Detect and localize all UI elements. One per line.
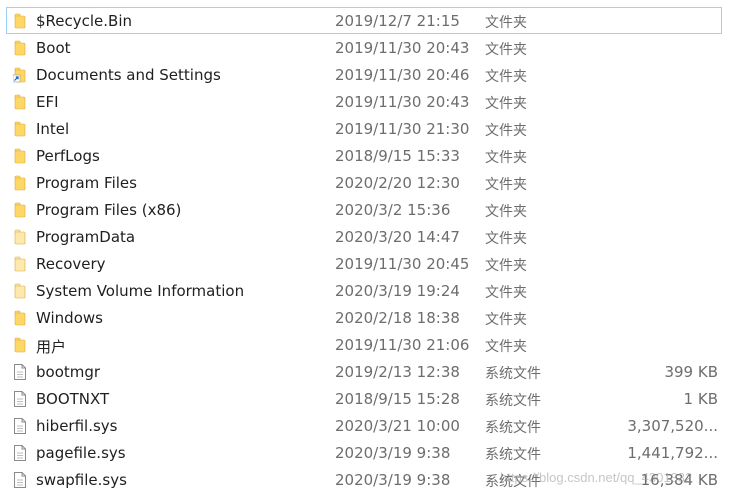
file-date: 2019/11/30 20:43	[335, 39, 470, 57]
file-row[interactable]: hiberfil.sys 2020/3/21 10:00 系统文件 3,307,520…	[6, 412, 722, 439]
folder-hidden-icon	[13, 229, 27, 245]
file-type: 文件夹	[485, 312, 527, 328]
folder-shortcut-icon	[12, 67, 27, 83]
file-size: 399 KB	[664, 363, 718, 381]
file-type: 文件夹	[485, 285, 527, 301]
file-date: 2019/11/30 20:45	[335, 255, 470, 273]
folder-icon	[13, 13, 27, 29]
file-icon	[13, 472, 27, 488]
file-name: System Volume Information	[36, 282, 245, 300]
file-type: 文件夹	[485, 150, 527, 166]
watermark: https://blog.csdn.net/qq_4301332	[500, 470, 693, 485]
file-icon	[13, 391, 27, 407]
file-row[interactable]: pagefile.sys 2020/3/19 9:38 系统文件 1,441,792.…	[6, 439, 722, 466]
folder-icon	[13, 121, 27, 137]
file-type: 系统文件	[485, 393, 541, 409]
file-name: swapfile.sys	[36, 471, 127, 489]
file-row[interactable]: bootmgr 2019/2/13 12:38 系统文件 399 KB	[6, 358, 722, 385]
folder-hidden-icon	[13, 256, 27, 272]
file-type: 系统文件	[485, 447, 541, 463]
file-type: 文件夹	[485, 339, 527, 355]
file-name: $Recycle.Bin	[36, 12, 133, 30]
folder-icon	[13, 202, 27, 218]
file-name: Boot	[36, 39, 71, 57]
file-name: Program Files (x86)	[36, 201, 182, 219]
folder-icon	[13, 94, 27, 110]
file-name: Program Files	[36, 174, 137, 192]
file-name: PerfLogs	[36, 147, 100, 165]
file-date: 2020/3/20 14:47	[335, 228, 460, 246]
file-row[interactable]: Intel 2019/11/30 21:30 文件夹	[6, 115, 722, 142]
file-date: 2018/9/15 15:33	[335, 147, 460, 165]
file-date: 2020/3/19 19:24	[335, 282, 460, 300]
file-icon	[13, 418, 27, 434]
file-date: 2019/11/30 20:46	[335, 66, 470, 84]
file-type: 文件夹	[485, 231, 527, 247]
file-date: 2019/11/30 21:30	[335, 120, 470, 138]
file-size: 1 KB	[683, 390, 718, 408]
file-name: Intel	[36, 120, 70, 138]
file-type: 系统文件	[485, 420, 541, 436]
file-name: Windows	[36, 309, 103, 327]
file-date: 2020/3/19 9:38	[335, 444, 451, 462]
file-type: 文件夹	[485, 177, 527, 193]
file-name: Documents and Settings	[36, 66, 221, 84]
file-type: 系统文件	[485, 366, 541, 382]
file-row[interactable]: Windows 2020/2/18 18:38 文件夹	[6, 304, 722, 331]
file-row[interactable]: ProgramData 2020/3/20 14:47 文件夹	[6, 223, 722, 250]
file-name: Recovery	[36, 255, 106, 273]
file-row[interactable]: Recovery 2019/11/30 20:45 文件夹	[6, 250, 722, 277]
file-row[interactable]: Program Files (x86) 2020/3/2 15:36 文件夹	[6, 196, 722, 223]
file-date: 2020/3/21 10:00	[335, 417, 460, 435]
file-date: 2020/2/18 18:38	[335, 309, 460, 327]
file-type: 文件夹	[485, 42, 527, 58]
file-type: 文件夹	[485, 204, 527, 220]
file-type: 文件夹	[485, 96, 527, 112]
folder-icon	[13, 148, 27, 164]
file-date: 2019/12/7 21:15	[335, 12, 460, 30]
file-date: 2019/11/30 21:06	[335, 336, 470, 354]
file-row[interactable]: PerfLogs 2018/9/15 15:33 文件夹	[6, 142, 722, 169]
file-row[interactable]: $Recycle.Bin 2019/12/7 21:15 文件夹	[6, 7, 722, 34]
file-row[interactable]: 用户 2019/11/30 21:06 文件夹	[6, 331, 722, 358]
file-date: 2020/3/19 9:38	[335, 471, 451, 489]
file-date: 2018/9/15 15:28	[335, 390, 460, 408]
file-type: 文件夹	[485, 258, 527, 274]
file-type: 文件夹	[485, 123, 527, 139]
file-type: 文件夹	[485, 69, 527, 85]
file-size: 3,307,520...	[627, 417, 718, 435]
folder-icon	[13, 175, 27, 191]
file-type: 文件夹	[485, 15, 527, 31]
folder-hidden-icon	[13, 283, 27, 299]
file-name: EFI	[36, 93, 59, 111]
file-name: ProgramData	[36, 228, 136, 246]
file-row[interactable]: Boot 2019/11/30 20:43 文件夹	[6, 34, 722, 61]
file-date: 2020/2/20 12:30	[335, 174, 460, 192]
file-icon	[13, 445, 27, 461]
file-row[interactable]: Documents and Settings 2019/11/30 20:46 文件…	[6, 61, 722, 88]
folder-icon	[13, 310, 27, 326]
file-row[interactable]: System Volume Information 2020/3/19 19:24…	[6, 277, 722, 304]
file-date: 2020/3/2 15:36	[335, 201, 451, 219]
file-date: 2019/2/13 12:38	[335, 363, 460, 381]
file-name: hiberfil.sys	[36, 417, 118, 435]
folder-icon	[13, 40, 27, 56]
file-name: pagefile.sys	[36, 444, 126, 462]
file-row[interactable]: EFI 2019/11/30 20:43 文件夹	[6, 88, 722, 115]
file-icon	[13, 364, 27, 380]
file-list: $Recycle.Bin 2019/12/7 21:15 文件夹 Boot 2019/1…	[6, 7, 722, 493]
file-name: BOOTNXT	[36, 390, 110, 408]
folder-icon	[13, 337, 27, 353]
file-name: bootmgr	[36, 363, 101, 381]
file-date: 2019/11/30 20:43	[335, 93, 470, 111]
file-name: 用户	[36, 338, 67, 356]
file-size: 1,441,792...	[627, 444, 718, 462]
file-row[interactable]: BOOTNXT 2018/9/15 15:28 系统文件 1 KB	[6, 385, 722, 412]
file-row[interactable]: Program Files 2020/2/20 12:30 文件夹	[6, 169, 722, 196]
